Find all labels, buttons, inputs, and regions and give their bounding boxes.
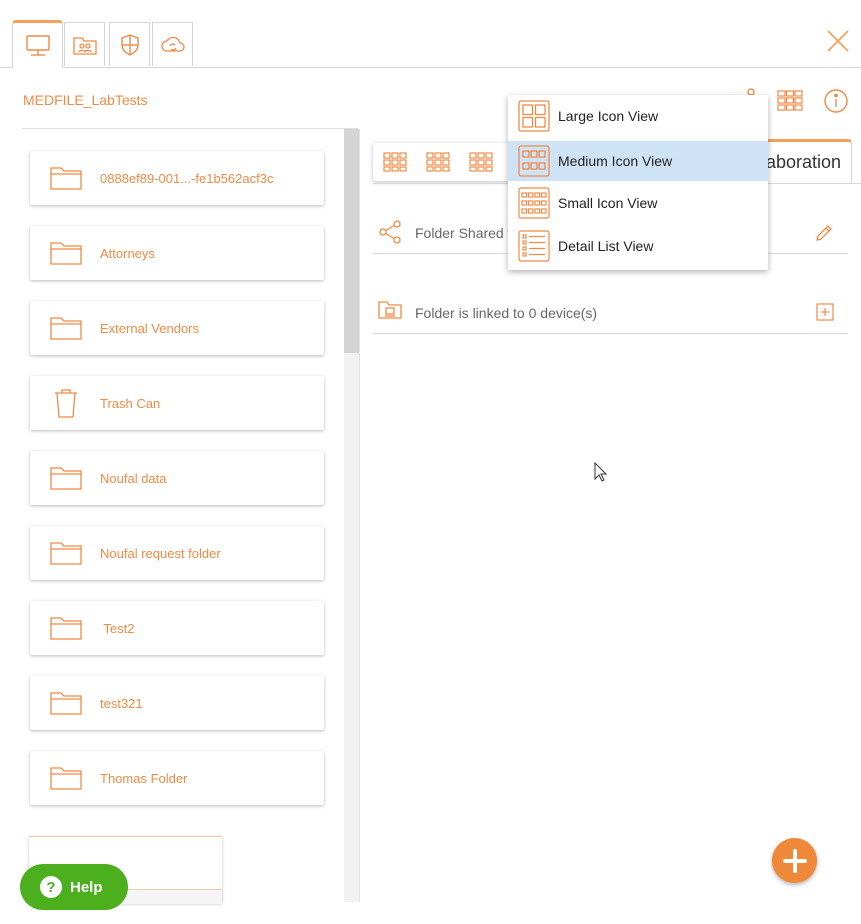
folder-icon <box>50 767 82 790</box>
menu-item-label: Medium Icon View <box>558 153 673 169</box>
folder-label: test321 <box>100 695 143 711</box>
folder-card[interactable]: External Vendors <box>30 301 324 355</box>
folder-label: 0888ef89-001...-fe1b562acf3c <box>100 170 274 186</box>
folder-icon <box>50 617 82 640</box>
folder-card[interactable]: Attorneys <box>30 226 324 280</box>
menu-item-small-icon-view[interactable]: Small Icon View <box>508 183 768 223</box>
folder-label: Trash Can <box>100 395 161 411</box>
menu-item-label: Small Icon View <box>558 195 658 211</box>
shared-folder-icon <box>72 36 97 55</box>
help-label: Help <box>70 878 103 896</box>
mouse-cursor-icon <box>594 462 608 482</box>
folder-label: Test2 <box>100 620 135 636</box>
top-tab-bar <box>0 0 861 68</box>
grid-view-icon <box>382 152 407 172</box>
view-mode-icon[interactable] <box>777 88 803 112</box>
help-question-icon: ? <box>40 876 62 898</box>
grid-view-icon <box>468 152 493 172</box>
menu-item-label: Detail List View <box>558 238 654 254</box>
workspace-title: MEDFILE_LabTests <box>23 92 148 108</box>
medium-icon-view-icon <box>518 145 550 177</box>
view-mode-menu: Large Icon View Medium Icon View Small I… <box>508 95 768 270</box>
tab-cloud-sync[interactable] <box>152 22 193 66</box>
cloud-sync-icon <box>160 36 185 52</box>
folder-card[interactable]: Noufal request folder <box>30 526 324 580</box>
folder-label: Noufal request folder <box>100 545 221 561</box>
small-icon-view-icon <box>518 187 550 219</box>
folder-linked-text: Folder is linked to 0 device(s) <box>415 305 598 321</box>
close-icon[interactable] <box>825 28 851 54</box>
info-icon[interactable] <box>823 88 849 114</box>
folder-card[interactable]: Trash Can <box>30 376 324 430</box>
tab-collaboration-label: aboration <box>765 152 841 172</box>
folder-icon <box>50 167 82 190</box>
menu-item-medium-icon-view[interactable]: Medium Icon View <box>508 141 768 181</box>
edit-pencil-icon[interactable] <box>814 223 834 243</box>
folder-icon <box>48 312 84 344</box>
tab-computer[interactable] <box>12 20 63 68</box>
folder-card[interactable]: Noufal data <box>30 451 324 505</box>
detail-list-view-icon <box>518 230 550 262</box>
tab-shared-folders[interactable] <box>64 22 105 66</box>
grid-view-icon <box>425 152 450 172</box>
help-button[interactable]: ? Help <box>20 864 128 910</box>
view-medium-button[interactable] <box>416 152 459 172</box>
folder-card[interactable]: test321 <box>30 676 324 730</box>
plus-icon <box>782 848 807 873</box>
add-button[interactable] <box>772 838 817 883</box>
folder-linked-row: Folder is linked to 0 device(s) <box>373 293 848 334</box>
folder-icon <box>48 462 84 494</box>
folder-label: External Vendors <box>100 320 200 336</box>
share-icon <box>379 220 401 244</box>
view-small-button[interactable] <box>459 152 502 172</box>
folder-icon <box>48 762 84 794</box>
folder-label: Noufal data <box>100 470 167 486</box>
view-mode-toolbar <box>373 143 523 181</box>
folder-icon <box>50 467 82 490</box>
folder-icon <box>50 317 82 340</box>
folder-icon <box>48 612 84 644</box>
folder-label: Thomas Folder <box>100 770 188 786</box>
scrollbar-thumb[interactable] <box>344 129 359 353</box>
trash-icon <box>55 389 77 418</box>
add-device-icon[interactable] <box>816 303 834 321</box>
tab-security[interactable] <box>109 22 150 66</box>
menu-item-label: Large Icon View <box>558 108 659 124</box>
folder-icon <box>48 537 84 569</box>
menu-item-large-icon-view[interactable]: Large Icon View <box>508 96 768 136</box>
folder-card[interactable]: Thomas Folder <box>30 751 324 805</box>
security-shield-icon <box>120 33 139 56</box>
trash-icon <box>48 387 84 419</box>
computer-icon <box>25 34 50 56</box>
folder-icon <box>50 242 82 265</box>
view-large-button[interactable] <box>373 152 416 172</box>
folder-label: Attorneys <box>100 245 155 261</box>
folder-card[interactable]: 0888ef89-001...-fe1b562acf3c <box>30 151 324 205</box>
folder-icon <box>48 687 84 719</box>
menu-item-detail-list-view[interactable]: Detail List View <box>508 226 768 266</box>
folder-icon <box>48 162 84 194</box>
folder-icon <box>50 542 82 565</box>
folder-icon <box>48 237 84 269</box>
folder-list: 0888ef89-001...-fe1b562acf3c Attorneys Ext… <box>22 129 344 902</box>
tab-collaboration[interactable]: aboration <box>758 139 852 183</box>
folder-icon <box>50 692 82 715</box>
device-folder-icon <box>378 301 402 319</box>
folder-shared-text: Folder Shared w <box>415 225 518 241</box>
large-icon-view-icon <box>518 100 550 132</box>
panel-divider <box>359 129 360 902</box>
folder-card[interactable]: Test2 <box>30 601 324 655</box>
